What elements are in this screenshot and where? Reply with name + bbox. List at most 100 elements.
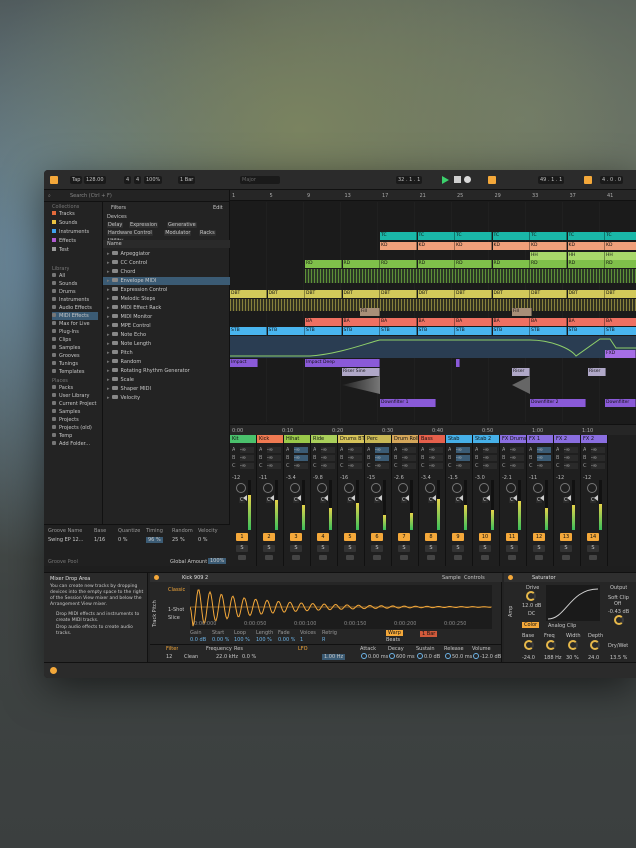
volume-value[interactable]: -3.0: [475, 475, 485, 481]
groove-base[interactable]: 1/16: [94, 537, 105, 543]
solo-button[interactable]: S: [371, 545, 383, 552]
clip-dbt[interactable]: DBT: [605, 290, 636, 298]
groove-random[interactable]: 25 %: [172, 537, 185, 543]
volume-value[interactable]: -16: [340, 475, 348, 481]
solo-button[interactable]: S: [425, 545, 437, 552]
places-item-2[interactable]: Current Project: [52, 400, 96, 408]
clip-ba[interactable]: BA: [342, 318, 380, 326]
clip-tc[interactable]: TC: [455, 232, 492, 240]
send-value[interactable]: -∞: [348, 463, 362, 469]
stop-icon[interactable]: [454, 176, 461, 183]
param-value[interactable]: 0.00 %: [212, 637, 229, 643]
clip-stb[interactable]: STB: [380, 327, 417, 335]
warp-button[interactable]: Warp: [386, 630, 403, 636]
param-value[interactable]: 100 %: [234, 637, 250, 643]
solo-button[interactable]: S: [587, 545, 599, 552]
send-value[interactable]: -∞: [564, 463, 578, 469]
places-item-1[interactable]: User Library: [52, 392, 89, 400]
env-knob[interactable]: [417, 653, 423, 659]
arm-icon[interactable]: [535, 555, 543, 560]
fader-handle[interactable]: [243, 495, 247, 501]
clip-fill[interactable]: Fill: [512, 308, 532, 316]
pan-knob[interactable]: [479, 483, 489, 493]
sat-knob-value[interactable]: 188 Hz: [544, 655, 562, 661]
places-item-3[interactable]: Samples: [52, 408, 80, 416]
send-value[interactable]: -∞: [483, 455, 497, 461]
position-field[interactable]: 32 . 1 . 1: [396, 176, 423, 184]
tab-sample[interactable]: Sample: [442, 575, 461, 581]
mode-classic[interactable]: Classic: [168, 587, 185, 593]
volume-value[interactable]: -12: [232, 475, 240, 481]
browser-item[interactable]: ▸ Arpeggiator: [103, 250, 231, 258]
collection-item-4[interactable]: Test: [52, 246, 69, 254]
library-item-10[interactable]: Grooves: [52, 352, 80, 360]
record-icon[interactable]: [464, 176, 471, 183]
clip-kd[interactable]: KD: [380, 242, 417, 250]
drive-value[interactable]: 12.0 dB: [522, 603, 541, 609]
key-menu[interactable]: Major: [240, 176, 280, 184]
solo-button[interactable]: S: [398, 545, 410, 552]
clip-dbt[interactable]: DBT: [567, 290, 605, 298]
track-activator[interactable]: 9: [452, 533, 464, 541]
library-item-9[interactable]: Samples: [52, 344, 80, 352]
env-value[interactable]: 0.00 ms: [368, 654, 388, 660]
clip-stb[interactable]: STB: [567, 327, 605, 335]
browser-item[interactable]: ▸ MIDI Effect Rack: [103, 304, 231, 312]
track-activator[interactable]: 11: [506, 533, 518, 541]
clip-tc[interactable]: TC: [380, 232, 417, 240]
send-value[interactable]: -∞: [321, 463, 335, 469]
time-ruler[interactable]: 0:00 0:10 0:20 0:30 0:40 0:50 1:00 1:10: [230, 424, 636, 435]
arm-icon[interactable]: [292, 555, 300, 560]
send-value[interactable]: -∞: [429, 455, 443, 461]
loop-icon[interactable]: [584, 176, 592, 184]
send-value[interactable]: -∞: [537, 447, 551, 453]
sat-knob[interactable]: [524, 640, 534, 650]
browser-item[interactable]: ▸ Note Echo: [103, 331, 231, 339]
time-sig-num[interactable]: 4: [124, 176, 132, 184]
clip-fill[interactable]: Fill: [360, 308, 380, 316]
library-item-4[interactable]: Audio Effects: [52, 304, 92, 312]
groove-name[interactable]: Swing EP 12...: [48, 537, 83, 543]
color-button[interactable]: Color: [522, 622, 540, 628]
send-value[interactable]: -∞: [321, 455, 335, 461]
track-name[interactable]: Ride: [311, 435, 337, 443]
send-value[interactable]: -∞: [348, 455, 362, 461]
clip-rd[interactable]: RD: [567, 260, 605, 268]
clip-impact-marker[interactable]: [456, 359, 460, 367]
clip-riser[interactable]: Riser: [588, 368, 606, 376]
send-value[interactable]: -∞: [456, 455, 470, 461]
clip-downfilter-2[interactable]: Downfilter 2: [530, 399, 586, 407]
clip-riser[interactable]: Riser: [512, 368, 530, 376]
fader-handle[interactable]: [351, 495, 355, 501]
track-activator[interactable]: 3: [290, 533, 302, 541]
send-value[interactable]: -∞: [564, 447, 578, 453]
volume-value[interactable]: -12: [583, 475, 591, 481]
arm-icon[interactable]: [265, 555, 273, 560]
places-item-4[interactable]: Projects: [52, 416, 79, 424]
browser-item[interactable]: ▸ Note Length: [103, 340, 231, 348]
clip-downfilter[interactable]: Downfilter: [605, 399, 636, 407]
groove-velocity[interactable]: 0 %: [198, 537, 208, 543]
send-value[interactable]: -∞: [240, 463, 254, 469]
status-icon[interactable]: [50, 667, 57, 674]
send-value[interactable]: -∞: [402, 447, 416, 453]
arm-icon[interactable]: [319, 555, 327, 560]
volume-value[interactable]: -9.8: [313, 475, 323, 481]
clip-hh[interactable]: HH: [530, 252, 567, 260]
track-name[interactable]: Drums BT: [338, 435, 364, 443]
track-name[interactable]: FX Drums: [500, 435, 526, 443]
clip-dbt[interactable]: DBT: [492, 290, 530, 298]
filter-tag[interactable]: Racks: [199, 230, 216, 236]
fader-handle[interactable]: [567, 495, 571, 501]
track-activator[interactable]: 1: [236, 533, 248, 541]
solo-button[interactable]: S: [506, 545, 518, 552]
param-value[interactable]: 0.0 dB: [190, 637, 206, 643]
clip-ba[interactable]: BA: [455, 318, 492, 326]
send-value[interactable]: -∞: [294, 455, 308, 461]
send-value[interactable]: -∞: [267, 455, 281, 461]
library-item-0[interactable]: All: [52, 272, 65, 280]
send-value[interactable]: -∞: [483, 447, 497, 453]
arm-icon[interactable]: [238, 555, 246, 560]
clip-tc[interactable]: TC: [530, 232, 567, 240]
fader-handle[interactable]: [405, 495, 409, 501]
